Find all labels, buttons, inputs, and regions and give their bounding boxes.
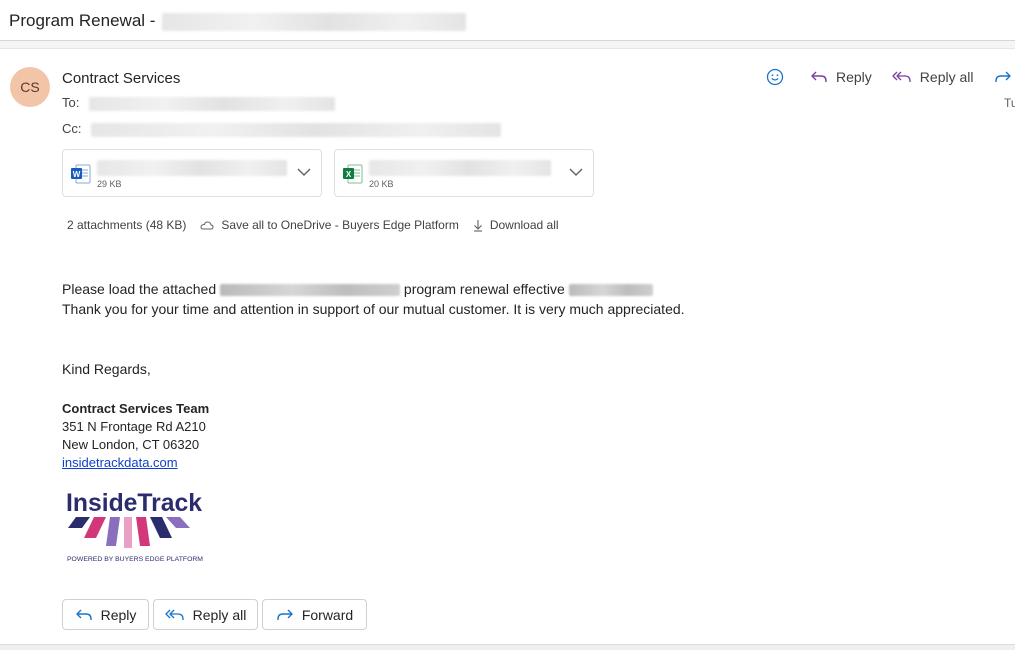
- reply-icon: [810, 69, 828, 85]
- svg-text:W: W: [73, 170, 81, 179]
- reply-all-icon: [892, 69, 912, 85]
- reply-button[interactable]: Reply: [810, 69, 872, 85]
- attachment-excel[interactable]: X 20 KB: [334, 149, 594, 197]
- attachment-word-size: 29 KB: [97, 179, 122, 189]
- excel-file-icon: X: [343, 164, 363, 184]
- signature-address-2: New London, CT 06320: [62, 437, 199, 452]
- subject-redacted: [162, 13, 466, 31]
- body-line-2: Thank you for your time and attention in…: [62, 301, 685, 317]
- message-date: Tu: [1004, 96, 1015, 110]
- message-actions: Reply Reply all Fo: [766, 66, 1015, 88]
- logo-tagline: POWERED BY BUYERS EDGE PLATFORM: [67, 557, 203, 563]
- footer-reply-all-button[interactable]: Reply all: [153, 599, 258, 630]
- cc-row: Cc:: [62, 121, 501, 137]
- footer-reply-label: Reply: [101, 607, 137, 623]
- svg-text:X: X: [346, 170, 352, 179]
- signature-team: Contract Services Team: [62, 401, 209, 416]
- signature-website: insidetrackdata.com: [62, 455, 178, 470]
- reply-icon: [75, 607, 93, 623]
- to-label: To:: [62, 95, 79, 110]
- attachment-excel-size: 20 KB: [369, 179, 394, 189]
- signature-address-1: 351 N Frontage Rd A210: [62, 419, 206, 434]
- pane-bottom-edge: [0, 644, 1015, 650]
- chevron-down-icon[interactable]: [297, 167, 311, 177]
- download-icon: [473, 219, 483, 232]
- subject-text: Program Renewal -: [9, 11, 155, 30]
- smiley-icon: [766, 68, 784, 86]
- body-line-1: Please load the attached program renewal…: [62, 281, 653, 297]
- attachment-word-name-redacted: [97, 160, 287, 176]
- reply-all-label: Reply all: [920, 69, 974, 85]
- download-all-button[interactable]: Download all: [473, 218, 559, 232]
- save-to-onedrive-label: Save all to OneDrive - Buyers Edge Platf…: [221, 218, 458, 232]
- forward-icon: [276, 607, 294, 623]
- word-file-icon: W: [71, 164, 91, 184]
- reply-label: Reply: [836, 69, 872, 85]
- insidetrack-logo-graphic: InsideTrack POWERED BY BUYERS EDGE PLATF…: [62, 484, 212, 566]
- download-all-label: Download all: [490, 218, 559, 232]
- forward-button[interactable]: Fo: [994, 69, 1015, 85]
- logo-track-stripes: [68, 517, 190, 548]
- cloud-icon: [200, 220, 214, 230]
- subject-line: Program Renewal -: [9, 11, 466, 31]
- reply-all-button[interactable]: Reply all: [892, 69, 974, 85]
- footer-reply-button[interactable]: Reply: [62, 599, 149, 630]
- pane-gap: [0, 41, 1015, 48]
- attachment-word[interactable]: W 29 KB: [62, 149, 322, 197]
- subject-bar: Program Renewal -: [0, 0, 1015, 41]
- cc-label: Cc:: [62, 121, 82, 136]
- effective-date-redacted: [569, 284, 653, 296]
- website-link[interactable]: insidetrackdata.com: [62, 455, 178, 470]
- reply-all-icon: [165, 607, 185, 623]
- forward-icon: [994, 69, 1012, 85]
- program-name-redacted: [220, 284, 400, 296]
- attachment-excel-name-redacted: [369, 160, 551, 176]
- footer-reply-all-label: Reply all: [193, 607, 247, 623]
- to-row: To:: [62, 95, 335, 111]
- logo-wordmark: InsideTrack: [66, 489, 202, 517]
- save-to-onedrive-button[interactable]: Save all to OneDrive - Buyers Edge Platf…: [200, 218, 458, 232]
- sender-name[interactable]: Contract Services: [62, 70, 180, 87]
- body-line-1-start: Please load the attached: [62, 281, 216, 297]
- attachment-summary: 2 attachments (48 KB): [67, 218, 186, 232]
- emoji-reaction-button[interactable]: [766, 68, 792, 86]
- to-recipients-redacted[interactable]: [89, 97, 335, 111]
- footer-forward-label: Forward: [302, 607, 353, 623]
- insidetrack-logo: InsideTrack POWERED BY BUYERS EDGE PLATF…: [62, 484, 212, 566]
- chevron-down-icon[interactable]: [569, 167, 583, 177]
- closing: Kind Regards,: [62, 361, 151, 377]
- attachment-actions: 2 attachments (48 KB) Save all to OneDri…: [67, 218, 573, 232]
- footer-forward-button[interactable]: Forward: [262, 599, 367, 630]
- body-line-1-end: program renewal effective: [404, 281, 565, 297]
- sender-avatar[interactable]: CS: [10, 67, 50, 107]
- cc-recipients-redacted[interactable]: [91, 123, 501, 137]
